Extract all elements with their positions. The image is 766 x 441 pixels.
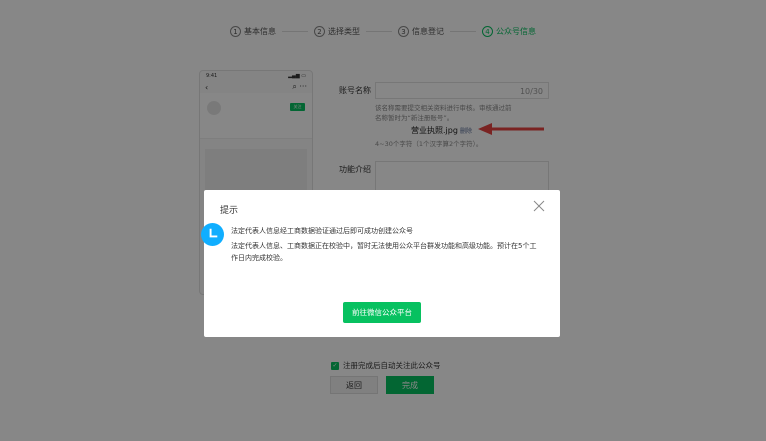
- clock-info-icon: [201, 223, 224, 246]
- close-icon[interactable]: [533, 200, 545, 212]
- notice-dialog: 提示 法定代表人信息经工商数据验证通过后即可成功创建公众号 法定代表人信息、工商…: [201, 190, 560, 337]
- go-to-platform-button[interactable]: 前往微信公众平台: [343, 302, 421, 323]
- dialog-message-body: 法定代表人信息、工商数据正在校验中，暂时无法使用公众平台群发功能和高级功能。预计…: [231, 242, 537, 262]
- dialog-title: 提示: [220, 206, 239, 216]
- dialog-message-title: 法定代表人信息经工商数据验证通过后即可成功创建公众号: [231, 227, 413, 235]
